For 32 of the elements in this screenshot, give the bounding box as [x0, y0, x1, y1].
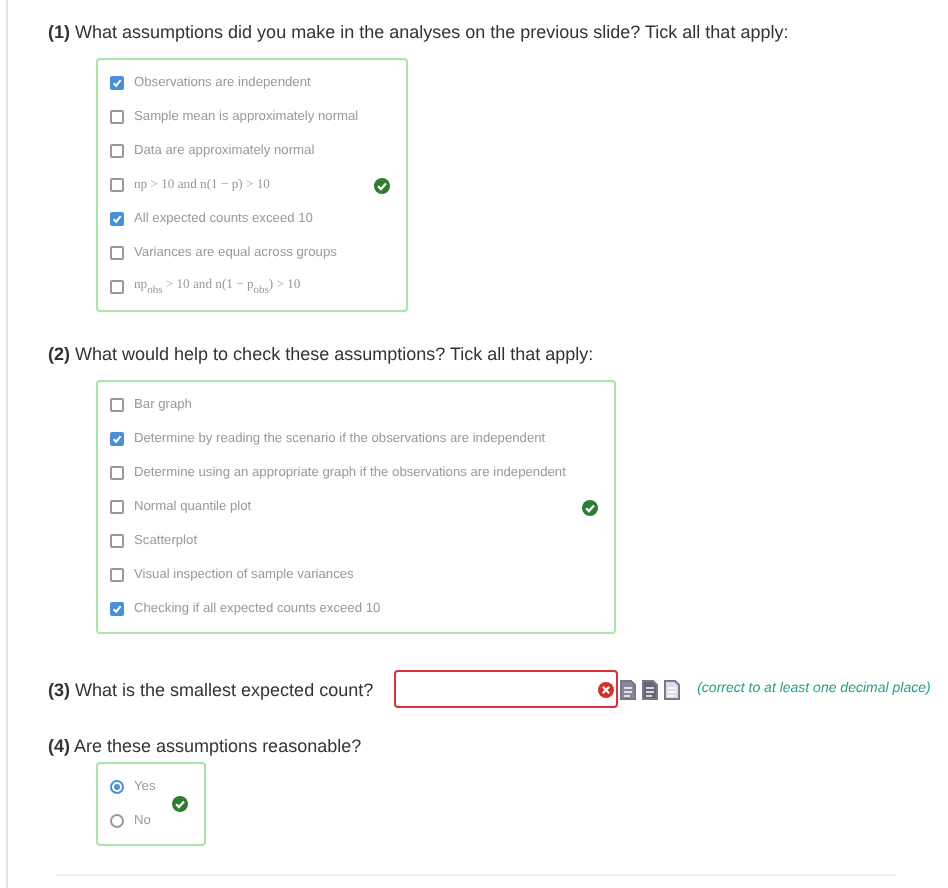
document-icon[interactable]: [663, 679, 680, 699]
radio-button[interactable]: [110, 814, 124, 828]
question-number: (3): [48, 679, 70, 699]
error-icon: [597, 681, 614, 697]
question-text: Are these assumptions reasonable?: [74, 736, 362, 756]
question-text: What is the smallest expected count?: [75, 679, 374, 699]
question-text: What assumptions did you make in the analyses on the previous slide? Tick all that apply:: [75, 22, 789, 42]
checkbox[interactable]: [110, 212, 124, 226]
correct-icon: [374, 177, 391, 193]
checkbox[interactable]: [110, 398, 124, 412]
checkbox[interactable]: [110, 110, 124, 124]
document-icon[interactable]: [619, 679, 636, 699]
question-number: (2): [48, 344, 70, 364]
checkbox[interactable]: [110, 76, 124, 90]
checkbox[interactable]: [110, 500, 124, 514]
question-number: (1): [48, 22, 70, 42]
checkbox[interactable]: [110, 144, 124, 158]
checkbox[interactable]: [110, 568, 124, 582]
checkbox[interactable]: [110, 178, 124, 192]
checkbox[interactable]: [110, 432, 124, 446]
correct-icon: [581, 499, 598, 515]
checkbox[interactable]: [110, 280, 124, 294]
checkbox[interactable]: [110, 246, 124, 260]
document-icon[interactable]: [641, 679, 658, 699]
radio-button[interactable]: [110, 780, 124, 794]
question-number: (4): [48, 736, 70, 756]
checkbox[interactable]: [110, 602, 124, 616]
checkbox[interactable]: [110, 534, 124, 548]
answer-field[interactable]: [393, 670, 618, 708]
checkbox[interactable]: [110, 466, 124, 480]
question-text: What would help to check these assumptions? Tick all that apply:: [75, 344, 594, 364]
correct-icon: [171, 796, 188, 812]
